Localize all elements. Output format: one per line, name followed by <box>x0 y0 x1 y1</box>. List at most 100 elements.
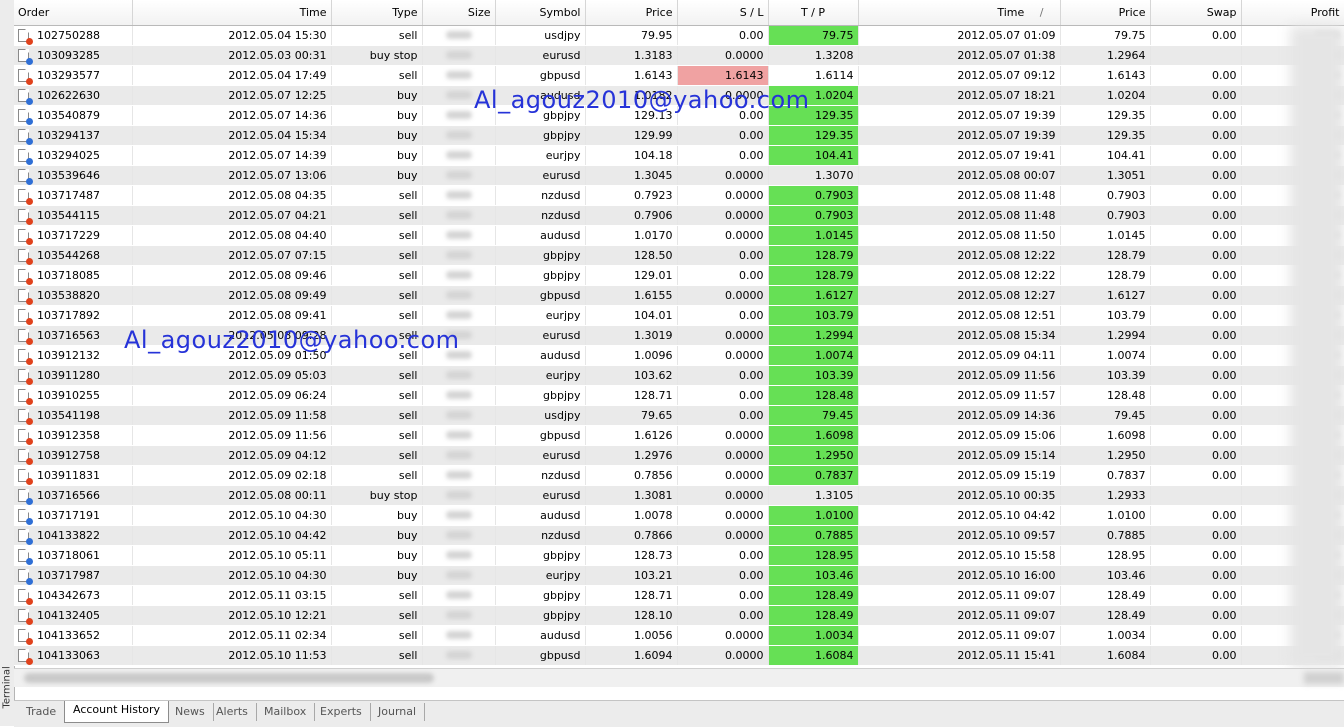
cell-close-price: 1.6084 <box>1060 645 1151 666</box>
column-header-symbol[interactable]: Symbol <box>495 0 586 26</box>
table-row[interactable]: 103294025 2012.05.07 14:39 buy eurjpy 104.18… <box>14 145 1344 166</box>
table-row[interactable]: 103294137 2012.05.04 15:34 buy gbpjpy 129.99… <box>14 125 1344 146</box>
table-row[interactable]: 103293577 2012.05.04 17:49 sell gbpusd 1.614… <box>14 65 1344 86</box>
column-header-time[interactable]: Time <box>132 0 332 26</box>
column-header-close-price[interactable]: Price <box>1060 0 1151 26</box>
table-row[interactable]: 103717487 2012.05.08 04:35 sell nzdusd 0.792… <box>14 185 1344 206</box>
table-row[interactable]: 103717892 2012.05.08 09:41 sell eurjpy 104.0… <box>14 305 1344 326</box>
tab-account-history[interactable]: Account History <box>64 701 170 723</box>
table-row[interactable]: 103912358 2012.05.09 11:56 sell gbpusd 1.612… <box>14 425 1344 446</box>
table-row[interactable]: 103911831 2012.05.09 02:18 sell nzdusd 0.785… <box>14 465 1344 486</box>
table-row[interactable]: 103911280 2012.05.09 05:03 sell eurjpy 103.6… <box>14 365 1344 386</box>
order-direction-icon <box>26 538 33 545</box>
cell-type: buy <box>331 525 423 546</box>
cell-take-profit: 103.46 <box>768 565 859 586</box>
table-row[interactable]: 103717229 2012.05.08 04:40 sell audusd 1.017… <box>14 225 1344 246</box>
table-row[interactable]: 103538820 2012.05.08 09:49 sell gbpusd 1.615… <box>14 285 1344 306</box>
order-direction-icon <box>26 238 33 245</box>
table-row[interactable]: 103716563 2012.05.08 09:28 sell eurusd 1.301… <box>14 325 1344 346</box>
cell-swap: 0.00 <box>1150 605 1242 626</box>
cell-stop-loss: 0.0000 <box>677 85 769 106</box>
column-header-sl[interactable]: S / L <box>677 0 769 26</box>
table-row[interactable]: 103717987 2012.05.10 04:30 buy eurjpy 103.21… <box>14 565 1344 586</box>
table-row[interactable]: 103093285 2012.05.03 00:31 buy stop eurusd 1… <box>14 45 1344 66</box>
order-document-icon <box>18 229 33 245</box>
cell-stop-loss: 0.00 <box>677 385 769 406</box>
table-row[interactable]: 103717191 2012.05.10 04:30 buy audusd 1.0078… <box>14 505 1344 526</box>
cell-size <box>422 445 496 466</box>
column-header-price[interactable]: Price <box>585 0 678 26</box>
order-direction-icon <box>26 78 33 85</box>
table-row[interactable]: 103716566 2012.05.08 00:11 buy stop eurusd 1… <box>14 485 1344 506</box>
table-row[interactable]: 103540879 2012.05.07 14:36 buy gbpjpy 129.13… <box>14 105 1344 126</box>
cell-stop-loss: 0.00 <box>677 365 769 386</box>
cell-type: sell <box>331 585 423 606</box>
cell-stop-loss: 0.0000 <box>677 165 769 186</box>
order-document-icon <box>18 149 33 165</box>
table-row[interactable]: 104133063 2012.05.10 11:53 sell gbpusd 1.609… <box>14 645 1344 666</box>
cell-type: sell <box>331 445 423 466</box>
cell-symbol: audusd <box>495 345 586 366</box>
tab-experts[interactable]: Experts <box>312 703 371 721</box>
cell-take-profit: 129.35 <box>768 125 859 146</box>
order-number: 103912132 <box>37 348 100 362</box>
column-header-close-time[interactable]: Time / <box>858 0 1061 26</box>
tab-trade[interactable]: Trade <box>18 703 66 721</box>
table-row[interactable]: 103541198 2012.05.09 11:58 sell usdjpy 79.65… <box>14 405 1344 426</box>
table-row[interactable]: 103718085 2012.05.08 09:46 sell gbpjpy 129.0… <box>14 265 1344 286</box>
column-header-tp[interactable]: T / P <box>768 0 859 26</box>
cell-type: sell <box>331 425 423 446</box>
cell-close-time: 2012.05.10 16:00 <box>858 565 1061 586</box>
table-row[interactable]: 102622630 2012.05.07 12:25 buy audusd 1.0182… <box>14 85 1344 106</box>
table-row[interactable]: 104133822 2012.05.10 04:42 buy nzdusd 0.7866… <box>14 525 1344 546</box>
column-header-profit[interactable]: Profit <box>1241 0 1344 26</box>
tab-alerts[interactable]: Alerts <box>208 703 257 721</box>
cell-type: sell <box>331 325 423 346</box>
order-number: 103717191 <box>37 508 100 522</box>
column-header-size[interactable]: Size <box>422 0 496 26</box>
table-row[interactable]: 104133652 2012.05.11 02:34 sell audusd 1.005… <box>14 625 1344 646</box>
terminal-side-tab[interactable]: Terminal <box>0 0 15 726</box>
cell-order: 103717229 <box>14 225 133 246</box>
table-row[interactable]: 104132405 2012.05.10 12:21 sell gbpjpy 128.1… <box>14 605 1344 626</box>
cell-close-time: 2012.05.08 12:22 <box>858 245 1061 266</box>
order-direction-icon <box>26 438 33 445</box>
order-document-icon <box>18 569 33 585</box>
order-direction-icon <box>26 498 33 505</box>
cell-order: 103539646 <box>14 165 133 186</box>
cell-size <box>422 45 496 66</box>
column-header-swap[interactable]: Swap <box>1150 0 1242 26</box>
column-header-type[interactable]: Type <box>331 0 423 26</box>
table-row[interactable]: 102750288 2012.05.04 15:30 sell usdjpy 79.95… <box>14 25 1344 46</box>
cell-close-time: 2012.05.07 18:21 <box>858 85 1061 106</box>
cell-close-price: 79.45 <box>1060 405 1151 426</box>
redacted-size <box>445 571 472 579</box>
tab-journal[interactable]: Journal <box>370 703 426 721</box>
table-row[interactable]: 103910255 2012.05.09 06:24 sell gbpjpy 128.7… <box>14 385 1344 406</box>
column-header-order[interactable]: Order <box>14 0 133 26</box>
order-direction-icon <box>26 138 33 145</box>
table-row[interactable]: 103718061 2012.05.10 05:11 buy gbpjpy 128.73… <box>14 545 1344 566</box>
cell-close-price: 128.79 <box>1060 245 1151 266</box>
cell-swap: 0.00 <box>1150 625 1242 646</box>
order-direction-icon <box>26 578 33 585</box>
cell-close-price: 129.35 <box>1060 125 1151 146</box>
cell-close-time: 2012.05.08 12:27 <box>858 285 1061 306</box>
table-row[interactable]: 103544115 2012.05.07 04:21 sell nzdusd 0.790… <box>14 205 1344 226</box>
cell-size <box>422 525 496 546</box>
cell-swap: 0.00 <box>1150 85 1242 106</box>
tab-mailbox[interactable]: Mailbox <box>256 703 316 721</box>
table-row[interactable]: 103539646 2012.05.07 13:06 buy eurusd 1.3045… <box>14 165 1344 186</box>
cell-close-price: 1.6098 <box>1060 425 1151 446</box>
table-row[interactable]: 103544268 2012.05.07 07:15 sell gbpjpy 128.5… <box>14 245 1344 266</box>
table-row[interactable]: 103912758 2012.05.09 04:12 sell eurusd 1.297… <box>14 445 1344 466</box>
table-row[interactable]: 104342673 2012.05.11 03:15 sell gbpjpy 128.7… <box>14 585 1344 606</box>
horizontal-scrollbar[interactable] <box>14 668 1344 687</box>
cell-stop-loss: 0.00 <box>677 245 769 266</box>
tab-news[interactable]: News <box>167 703 214 721</box>
cell-type: buy <box>331 505 423 526</box>
order-number: 104133822 <box>37 528 100 542</box>
order-document-icon <box>18 129 33 145</box>
scrollbar-thumb[interactable] <box>24 673 434 683</box>
table-row[interactable]: 103912132 2012.05.09 01:50 sell audusd 1.009… <box>14 345 1344 366</box>
